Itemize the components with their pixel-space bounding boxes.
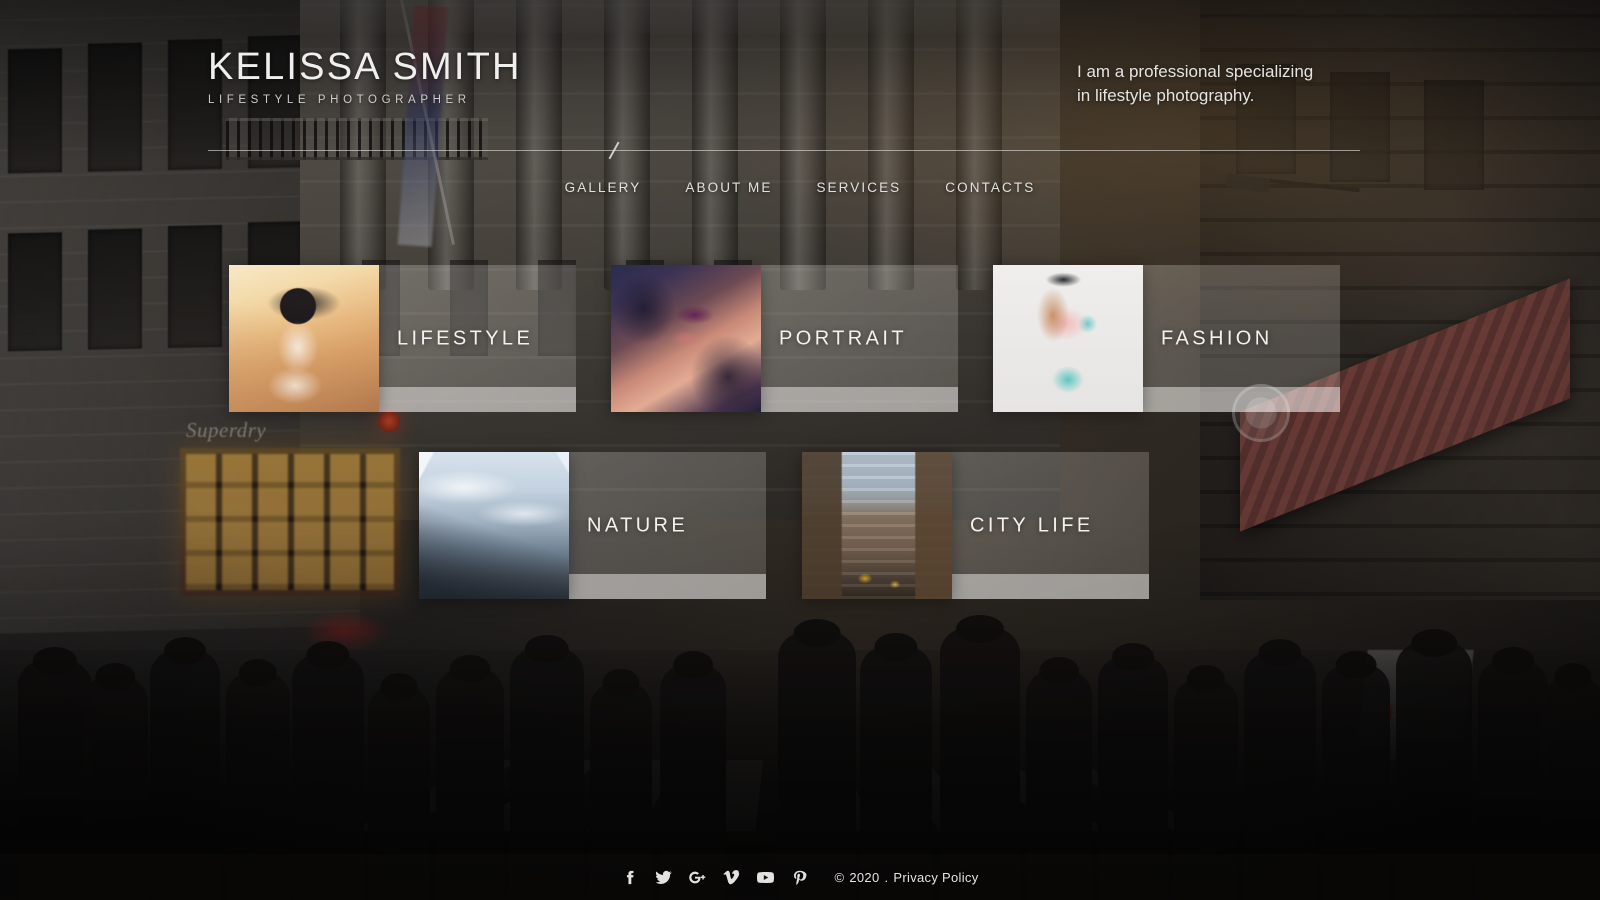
nav-item-about-me[interactable]: ABOUT ME xyxy=(663,176,794,199)
tile-thumbnail-portrait xyxy=(611,265,761,412)
site-logo[interactable]: KELISSA SMITH LIFESTYLE PHOTOGRAPHER xyxy=(208,46,522,106)
tile-thumbnail-fashion xyxy=(993,265,1143,412)
gallery-tile-lifestyle[interactable]: LIFESTYLE xyxy=(229,265,576,412)
copyright-mark: © xyxy=(834,869,845,885)
main-navigation: GALLERY ABOUT ME SERVICES CONTACTS xyxy=(0,176,1600,199)
twitter-icon[interactable] xyxy=(655,868,673,887)
traffic-light xyxy=(378,410,400,432)
nav-item-contacts[interactable]: CONTACTS xyxy=(923,176,1057,199)
tile-label-lifestyle: LIFESTYLE xyxy=(397,327,534,349)
gallery-tile-portrait[interactable]: PORTRAIT xyxy=(611,265,958,412)
logo-subtitle: LIFESTYLE PHOTOGRAPHER xyxy=(208,94,471,106)
tile-label-city-life: CITY LIFE xyxy=(970,514,1094,536)
privacy-policy-link[interactable]: Privacy Policy xyxy=(893,870,978,885)
shop-signage: Superdry xyxy=(186,418,267,442)
header-divider xyxy=(208,150,1360,151)
gallery-tile-nature[interactable]: NATURE xyxy=(419,452,766,599)
gallery-tile-city-life[interactable]: CITY LIFE xyxy=(802,452,1149,599)
youtube-icon[interactable] xyxy=(757,868,775,887)
tile-label-portrait: PORTRAIT xyxy=(779,327,907,349)
tile-thumbnail-lifestyle xyxy=(229,265,379,412)
header-tagline: I am a professional specializing in life… xyxy=(1077,60,1347,108)
logo-name: KELISSA SMITH xyxy=(208,46,522,88)
nav-item-gallery[interactable]: GALLERY xyxy=(543,176,664,199)
tile-label-nature: NATURE xyxy=(587,514,689,536)
copyright-year: 2020 xyxy=(849,869,880,885)
copyright-separator: . xyxy=(884,869,889,885)
page-root: Superdry H&M xyxy=(0,0,1600,900)
balcony-railing xyxy=(226,118,488,160)
tagline-line-2: in lifestyle photography. xyxy=(1077,86,1255,106)
vimeo-icon[interactable] xyxy=(723,868,740,887)
nav-item-services[interactable]: SERVICES xyxy=(794,176,923,199)
tagline-line-1: I am a professional specializing xyxy=(1077,62,1314,81)
social-links xyxy=(621,868,808,887)
tile-label-fashion: FASHION xyxy=(1161,327,1273,349)
pinterest-icon[interactable] xyxy=(791,868,808,887)
facebook-icon[interactable] xyxy=(621,868,638,887)
footer-content: © 2020 . Privacy Policy xyxy=(0,854,1600,900)
background-photo: Superdry H&M xyxy=(0,0,1600,900)
gallery-tile-fashion[interactable]: FASHION xyxy=(993,265,1340,412)
copyright-line: © 2020 . Privacy Policy xyxy=(834,870,978,885)
google-plus-icon[interactable] xyxy=(689,868,706,887)
tile-thumbnail-nature xyxy=(419,452,569,599)
tile-thumbnail-city-life xyxy=(802,452,952,599)
pedestrian-crowd xyxy=(0,470,1600,900)
